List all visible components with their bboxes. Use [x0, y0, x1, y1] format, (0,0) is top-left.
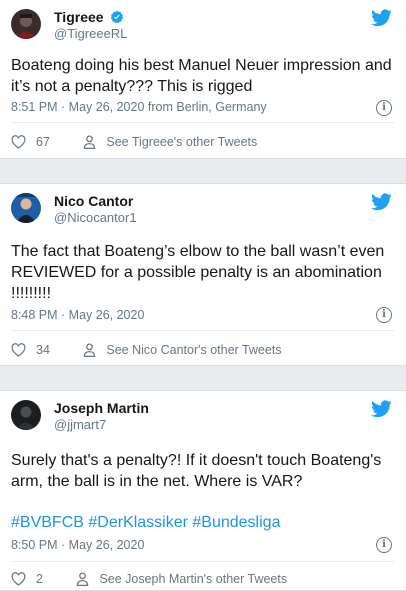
- person-icon: [77, 572, 89, 586]
- hashtags[interactable]: #BVBFCB #DerKlassiker #Bundesliga: [11, 512, 394, 533]
- tweet-text-line: Boateng doing his best Manuel Neuer impr…: [11, 57, 392, 74]
- timestamp[interactable]: 8:50 PM · May 26, 2020: [11, 538, 144, 552]
- person-icon: [84, 135, 96, 149]
- info-icon[interactable]: i: [376, 100, 392, 116]
- tweet-text-line: !!!!!!!!!: [11, 285, 52, 302]
- heart-icon: [11, 342, 26, 357]
- tweet-card-3: Joseph Martin @jjmart7 Surely that's a p…: [0, 390, 406, 591]
- other-tweets-link[interactable]: See Joseph Martin's other Tweets: [76, 572, 287, 586]
- verified-badge-icon: [111, 10, 124, 24]
- tweet-text-line: REVIEWED for a possible penalty is an ab…: [11, 264, 382, 281]
- author-handle[interactable]: @TigreeeRL: [54, 26, 127, 41]
- tweet-actions: 2 See Joseph Martin's other Tweets: [11, 571, 287, 586]
- tweet-card-2: Nico Cantor @Nicocantor1 The fact that B…: [0, 183, 406, 366]
- divider: [11, 122, 394, 123]
- tweet-text: Boateng doing his best Manuel Neuer impr…: [11, 55, 394, 97]
- divider: [11, 561, 394, 562]
- tweet-text: The fact that Boateng’s elbow to the bal…: [11, 241, 394, 304]
- author-handle[interactable]: @jjmart7: [54, 417, 106, 432]
- author-name-text[interactable]: Tigreee: [54, 9, 104, 25]
- like-button[interactable]: 2: [11, 572, 73, 586]
- divider: [11, 330, 394, 331]
- avatar[interactable]: [11, 400, 41, 430]
- author-name[interactable]: Joseph Martin: [54, 400, 149, 416]
- author-name[interactable]: Tigreee: [54, 9, 124, 25]
- other-tweets-label[interactable]: See Tigreee's other Tweets: [106, 135, 257, 149]
- tweet-text-line: arm, the ball is in the net. Where is VA…: [11, 473, 303, 490]
- tweet-text-line: Surely that's a penalty?! If it doesn't …: [11, 452, 382, 469]
- heart-icon: [11, 571, 26, 586]
- other-tweets-link[interactable]: See Tigreee's other Tweets: [83, 135, 257, 149]
- tweet-text: Surely that's a penalty?! If it doesn't …: [11, 450, 394, 492]
- avatar[interactable]: [11, 9, 41, 39]
- tweet-text-line: The fact that Boateng’s elbow to the bal…: [11, 243, 385, 260]
- timestamp[interactable]: 8:48 PM · May 26, 2020: [11, 308, 144, 322]
- tweet-actions: 67 See Tigreee's other Tweets: [11, 134, 257, 149]
- tweet-text-line: it’s not a penalty??? This is rigged: [11, 78, 253, 95]
- person-icon: [84, 343, 96, 357]
- other-tweets-label[interactable]: See Joseph Martin's other Tweets: [99, 572, 287, 586]
- tweet-actions: 34 See Nico Cantor's other Tweets: [11, 342, 282, 357]
- other-tweets-link[interactable]: See Nico Cantor's other Tweets: [83, 343, 282, 357]
- twitter-bird-icon[interactable]: [371, 400, 392, 418]
- timestamp[interactable]: 8:51 PM · May 26, 2020 from Berlin, Germ…: [11, 100, 267, 114]
- like-count: 2: [36, 571, 43, 586]
- twitter-bird-icon[interactable]: [371, 9, 392, 27]
- author-handle[interactable]: @Nicocantor1: [54, 210, 137, 225]
- tweet-card-1: Tigreee @TigreeeRL Boateng doing his bes…: [0, 0, 406, 159]
- like-button[interactable]: 34: [11, 343, 80, 357]
- like-count: 67: [36, 134, 50, 149]
- info-icon[interactable]: i: [376, 537, 392, 553]
- avatar[interactable]: [11, 193, 41, 223]
- like-count: 34: [36, 342, 50, 357]
- info-icon[interactable]: i: [376, 307, 392, 323]
- heart-icon: [11, 134, 26, 149]
- author-name[interactable]: Nico Cantor: [54, 193, 133, 209]
- like-button[interactable]: 67: [11, 135, 80, 149]
- other-tweets-label[interactable]: See Nico Cantor's other Tweets: [106, 343, 281, 357]
- twitter-bird-icon[interactable]: [371, 193, 392, 211]
